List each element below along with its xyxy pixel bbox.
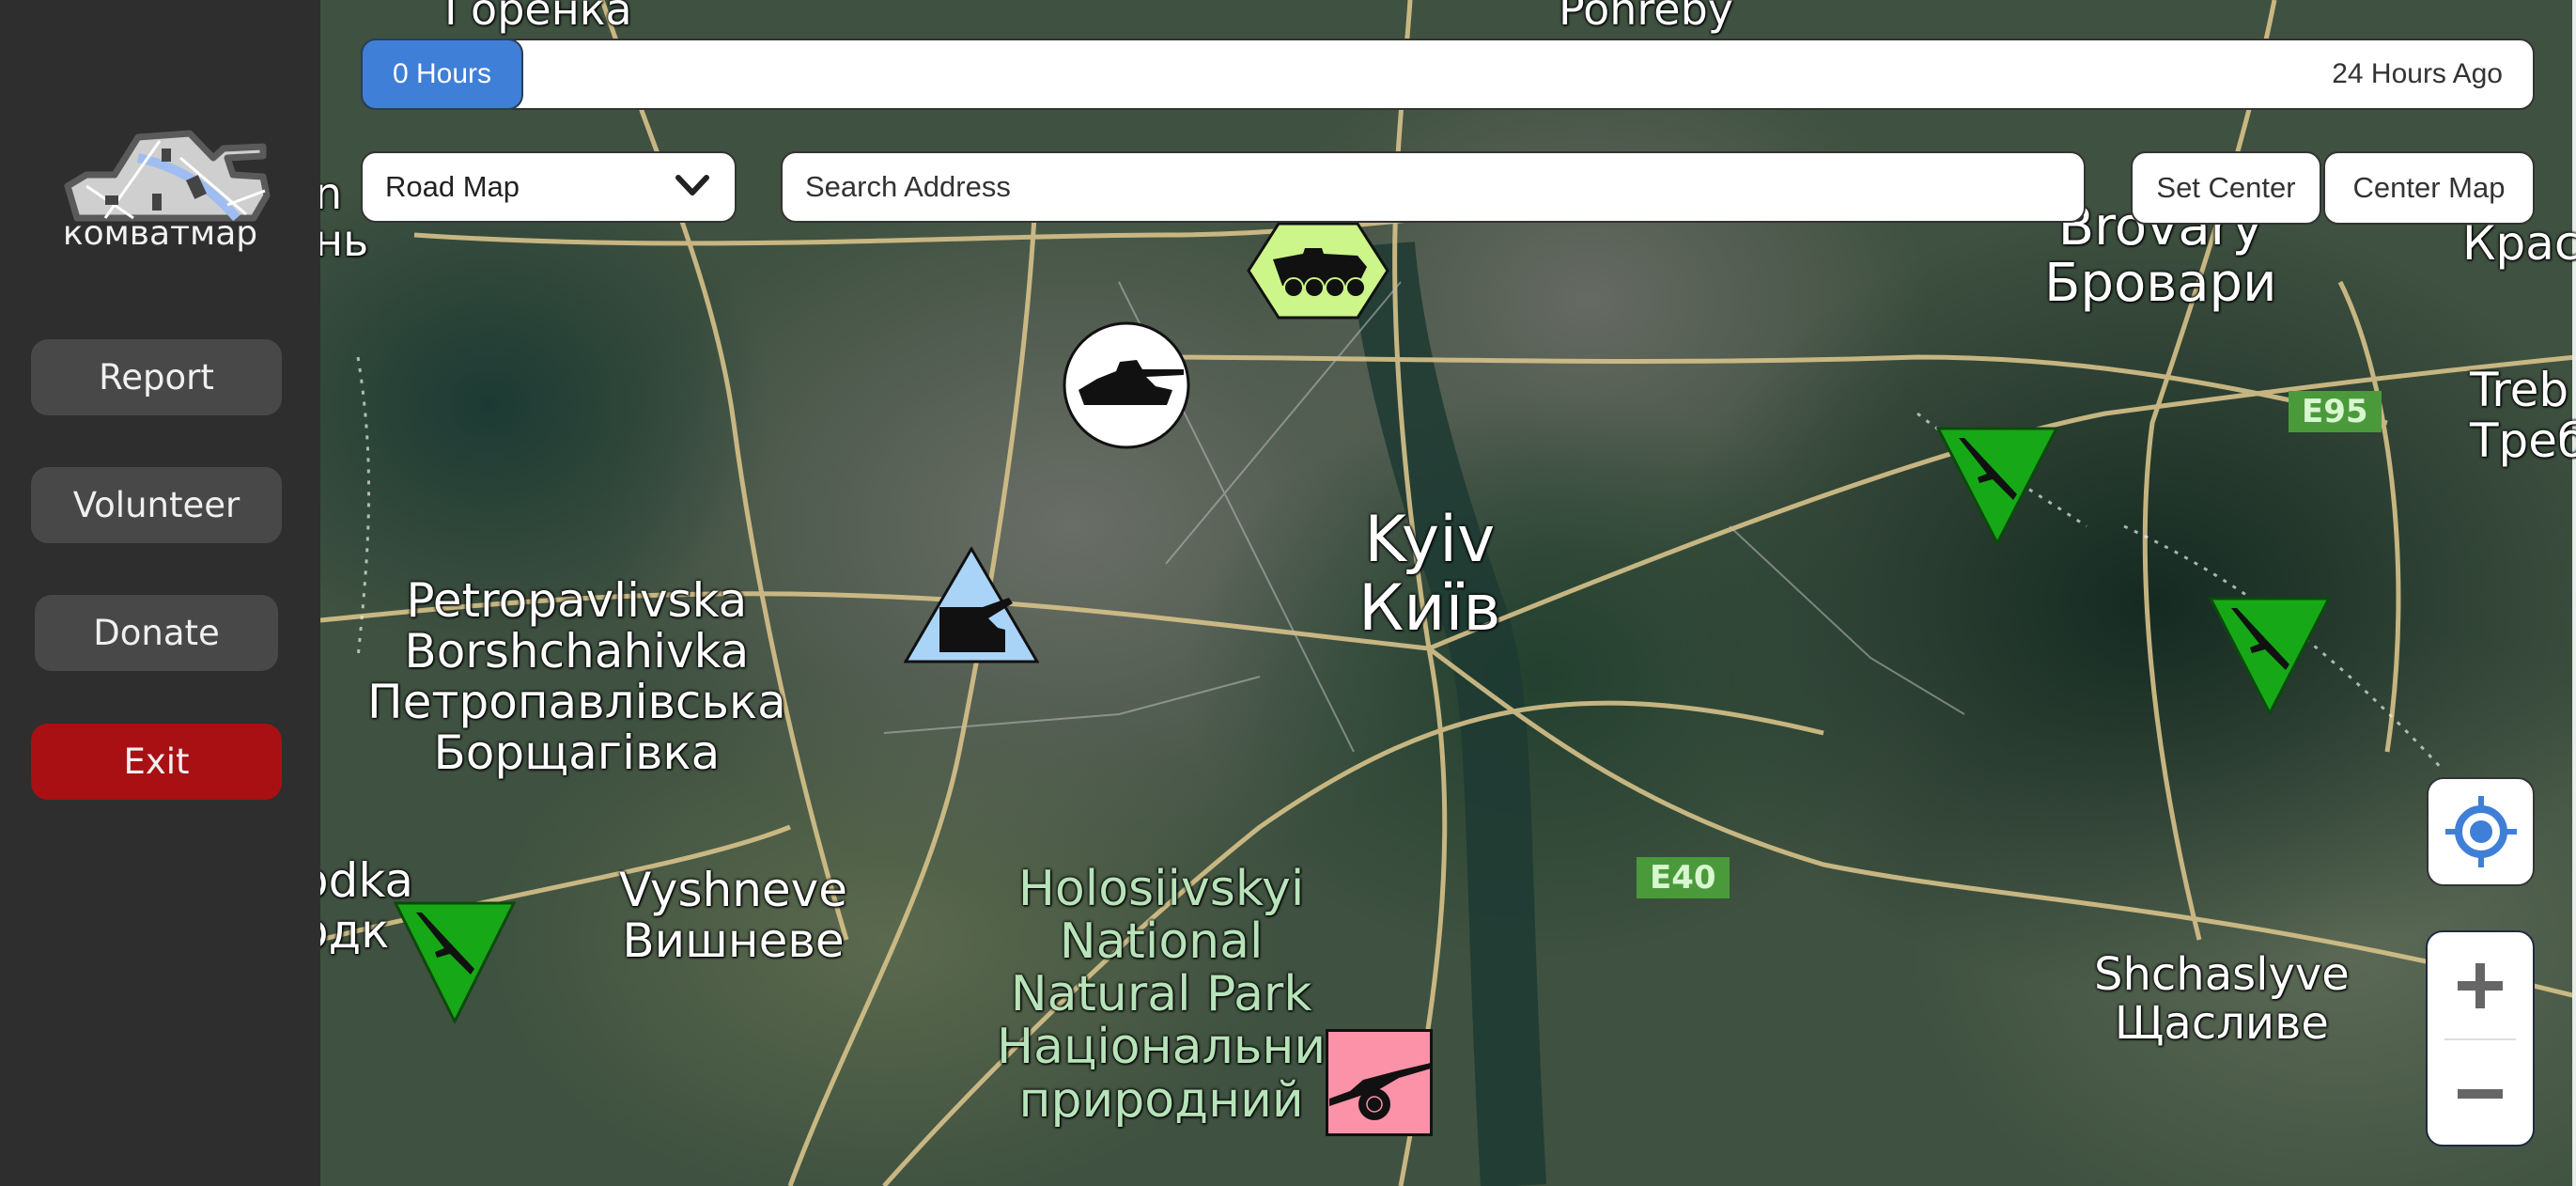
rifle-icon bbox=[2208, 597, 2332, 717]
rocket-launcher-icon bbox=[903, 546, 1040, 663]
rifle-icon bbox=[393, 901, 517, 1025]
chevron-down-icon bbox=[675, 175, 709, 195]
map-label-shchaslyve: Shchaslyve Щасливе bbox=[2094, 948, 2350, 1050]
sidebar: комватмар Report Volunteer Donate Exit bbox=[0, 0, 320, 1186]
zoom-control bbox=[2426, 930, 2535, 1147]
infantry-marker[interactable] bbox=[1935, 427, 2059, 550]
map-label-kyiv: Kyiv Київ bbox=[1358, 503, 1501, 647]
map-label-holosiivskyi-park: Holosiivskyi National Natural Park Націо… bbox=[997, 861, 1327, 1129]
zoom-out-button[interactable] bbox=[2428, 1040, 2533, 1147]
map-type-selected-value: Road Map bbox=[385, 170, 520, 203]
donate-button[interactable]: Donate bbox=[35, 595, 278, 671]
search-address-input[interactable] bbox=[781, 151, 2086, 223]
apc-icon bbox=[1247, 222, 1389, 320]
infantry-marker[interactable] bbox=[2208, 597, 2332, 720]
map-label-trebukhiv: Treb Треб bbox=[2470, 363, 2576, 468]
time-range-slider[interactable]: 0 Hours 24 Hours Ago bbox=[361, 39, 2535, 110]
center-map-button[interactable]: Center Map bbox=[2323, 151, 2535, 225]
map-label-krasylivka: Крас bbox=[2462, 216, 2576, 271]
map-label-petropavlivska: Petropavlivska Borshchahivka Петропавлів… bbox=[367, 573, 786, 780]
crosshair-target-icon bbox=[2444, 796, 2517, 867]
minus-icon bbox=[2458, 1088, 2503, 1099]
map-label-pohreby: Pohreby bbox=[1559, 0, 1734, 35]
report-button[interactable]: Report bbox=[31, 339, 282, 415]
infantry-marker[interactable] bbox=[393, 901, 517, 1028]
exit-button[interactable]: Exit bbox=[31, 724, 282, 800]
rocket-launcher-marker[interactable] bbox=[903, 546, 1040, 668]
route-shield-e95: E95 bbox=[2289, 391, 2382, 432]
map-type-select[interactable]: Road Map bbox=[361, 151, 737, 223]
rifle-icon bbox=[1935, 427, 2059, 547]
set-center-button[interactable]: Set Center bbox=[2131, 151, 2321, 225]
tank-map-logo-icon bbox=[49, 120, 271, 224]
plus-icon bbox=[2458, 962, 2503, 1008]
app-logo-text: комватмар bbox=[62, 214, 258, 253]
map-edge-strip bbox=[2572, 0, 2576, 1186]
artillery-marker[interactable] bbox=[1326, 1029, 1433, 1141]
tank-marker[interactable] bbox=[1062, 320, 1191, 455]
time-slider-end-label: 24 Hours Ago bbox=[2332, 58, 2503, 89]
volunteer-button[interactable]: Volunteer bbox=[31, 467, 282, 543]
map-label-horenka: Горенка bbox=[444, 0, 632, 35]
map-label-vyshneve: Vyshneve Вишневе bbox=[619, 863, 847, 968]
apc-marker[interactable] bbox=[1247, 222, 1389, 324]
artillery-icon bbox=[1326, 1029, 1433, 1136]
time-slider-handle[interactable]: 0 Hours bbox=[361, 39, 523, 110]
locate-me-button[interactable] bbox=[2427, 777, 2535, 886]
zoom-in-button[interactable] bbox=[2428, 932, 2533, 1038]
tank-icon bbox=[1063, 321, 1190, 449]
route-shield-e40: E40 bbox=[1637, 857, 1730, 898]
